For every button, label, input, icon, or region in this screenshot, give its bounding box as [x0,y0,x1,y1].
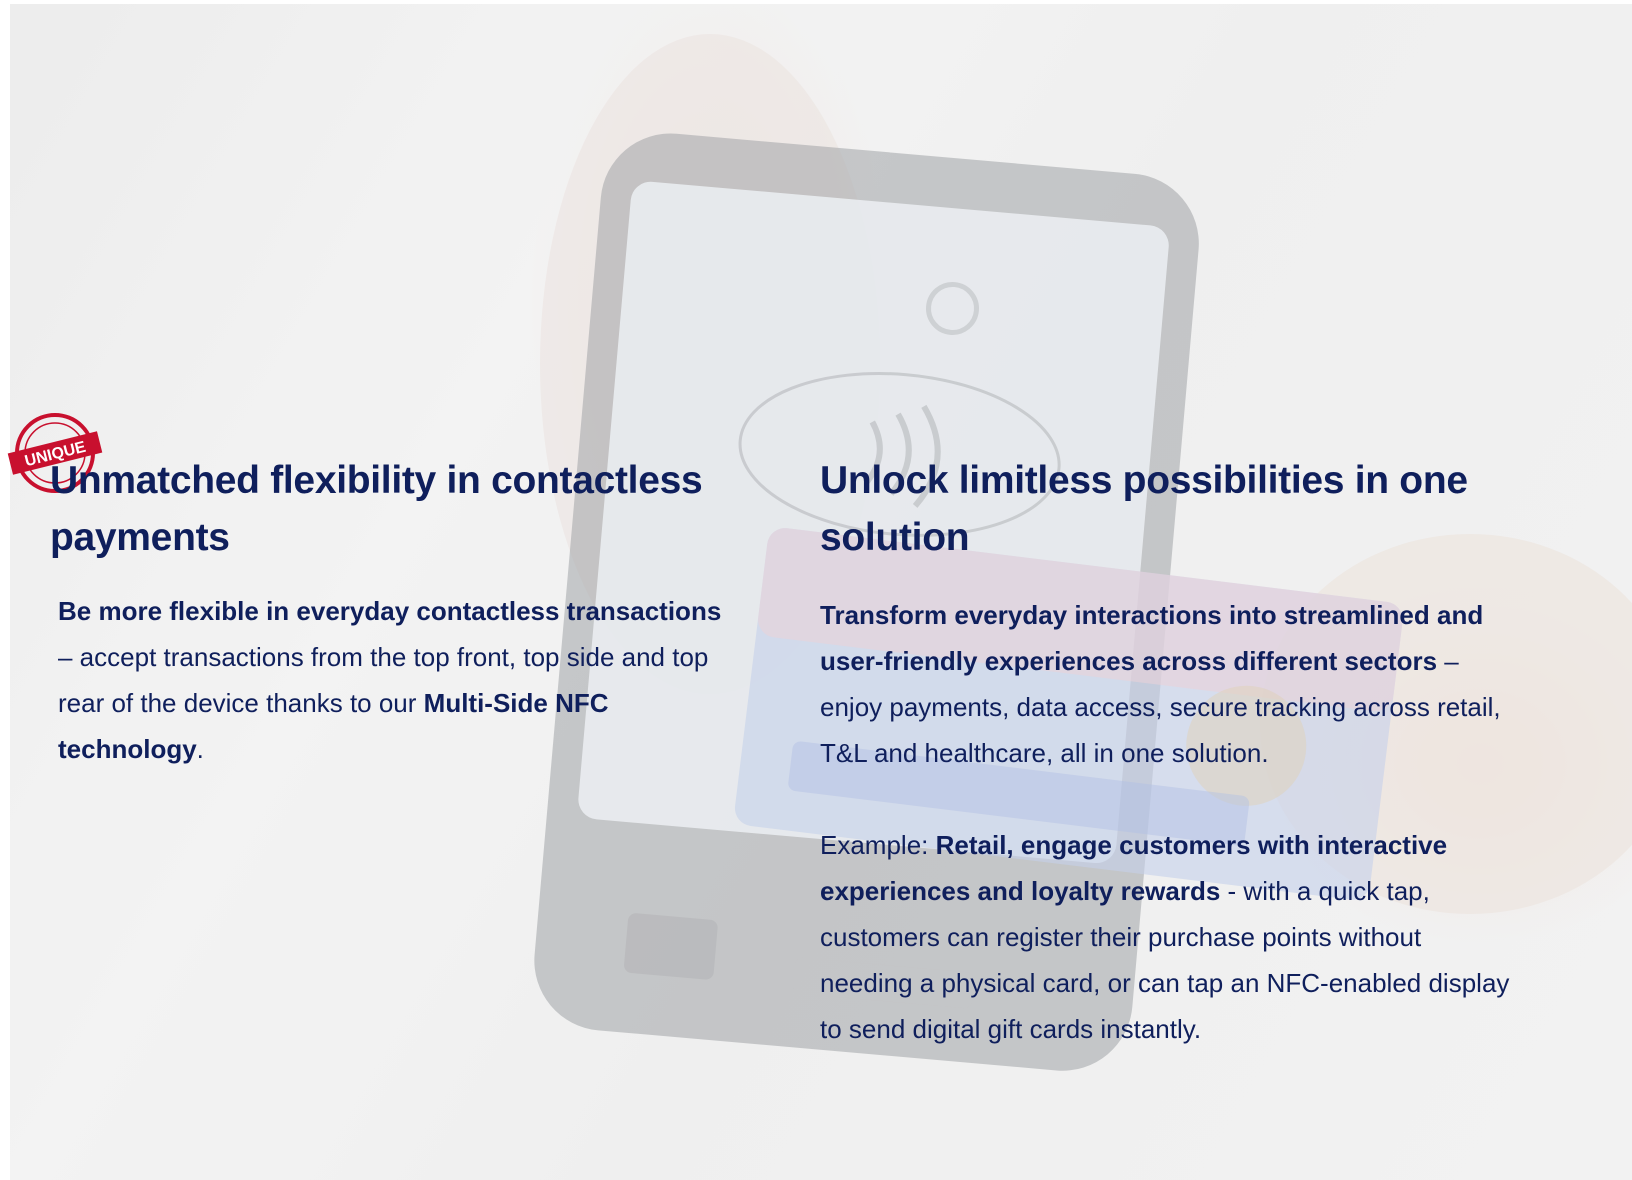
right-column: Unlock limitless possibilities in one so… [820,452,1520,1052]
right-title: Unlock limitless possibilities in one so… [820,459,1468,559]
right-description: Transform everyday interactions into str… [820,592,1510,776]
example-prefix: Example: [820,830,936,860]
left-column: Unmatched flexibility in contactless pay… [50,452,750,772]
left-description: Be more flexible in everyday contactless… [58,588,728,772]
left-bold-lead: Be more flexible in everyday contactless… [58,596,722,626]
left-text-2: . [196,734,204,764]
right-bold-lead: Transform everyday interactions into str… [820,600,1484,676]
left-title: Unmatched flexibility in contactless pay… [50,459,703,559]
right-example: Example: Retail, engage customers with i… [820,822,1510,1052]
left-text-1: – accept transactions from the top front… [58,642,709,718]
